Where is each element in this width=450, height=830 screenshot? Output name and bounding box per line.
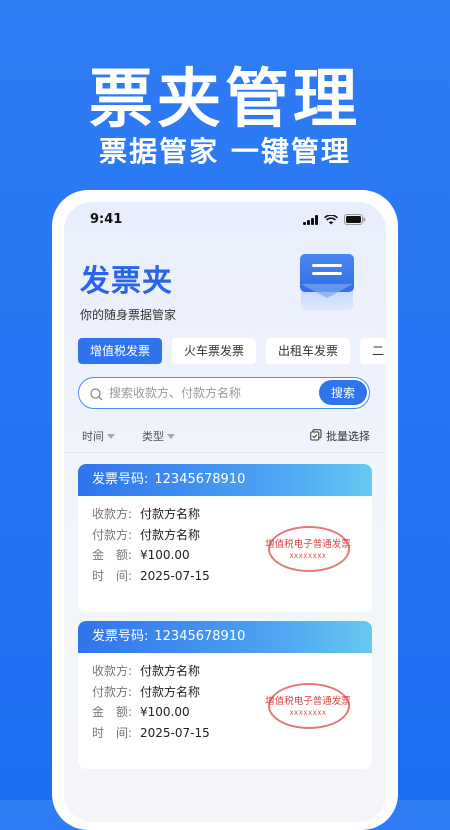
status-bar: 9:41 (64, 212, 386, 236)
envelope-icon (296, 252, 358, 314)
amount-value: ¥100.00 (140, 705, 190, 719)
payer-label: 付款方: (92, 684, 133, 699)
invoice-stamp: 增值税电子普通发票 XXXXXXXX (265, 526, 351, 572)
search-button[interactable]: 搜索 (319, 380, 367, 405)
hero-title: 票夹管理 (89, 63, 361, 137)
filter-bar: 时间 类型 批量选择 (82, 428, 372, 446)
tab-train-invoice[interactable]: 火车票发票 (172, 338, 257, 364)
app-screen: 9:41 发票夹 你的随身票据管家 增值税发票 火车票发票 出租车发票 二 搜索… (64, 202, 386, 822)
date-value: 2025-07-15 (140, 568, 210, 583)
payer-label: 付款方: (92, 527, 133, 542)
date-value: 2025-07-15 (140, 725, 210, 740)
invoice-number: 12345678910 (154, 472, 246, 487)
time-filter-label: 时间 (82, 430, 104, 443)
date-label: 时 间: (92, 725, 133, 740)
caret-down-icon (107, 433, 115, 439)
time-filter[interactable]: 时间 (82, 428, 115, 444)
tab-vat-invoice[interactable]: 增值税发票 (78, 338, 163, 364)
wifi-icon (324, 214, 338, 225)
type-filter[interactable]: 类型 (142, 428, 175, 444)
invoice-number: 12345678910 (154, 629, 246, 644)
type-filter-label: 类型 (142, 430, 164, 443)
stamp-text: 增值税电子普通发票 (265, 696, 351, 707)
hero-subtitle: 票据管家 一键管理 (99, 135, 351, 168)
invoice-stamp: 增值税电子普通发票 XXXXXXXX (265, 683, 351, 729)
search-icon (90, 386, 103, 405)
payee-label: 收款方: (92, 507, 133, 521)
date-label: 时 间: (92, 568, 133, 583)
tab-taxi-invoice[interactable]: 出租车发票 (266, 338, 351, 364)
card-scallop-edge (78, 606, 372, 612)
batch-select-button[interactable]: 批量选择 (310, 428, 370, 444)
signal-icon (303, 214, 318, 225)
invoice-number-label: 发票号码: (92, 472, 149, 487)
tab-more[interactable]: 二 (360, 338, 386, 364)
amount-label: 金 额: (92, 548, 133, 562)
stamp-code: XXXXXXXX (289, 710, 327, 717)
card-scallop-edge (78, 763, 372, 769)
invoice-card-body: 收款方: 付款方名称 付款方: 付款方名称 金 额: ¥100.00 时 间: 2025… (78, 496, 372, 594)
phone-frame: 9:41 发票夹 你的随身票据管家 增值税发票 火车票发票 出租车发票 二 搜索… (52, 190, 398, 830)
stamp-text: 增值税电子普通发票 (265, 539, 351, 550)
payee-row: 收款方: 付款方名称 (92, 504, 358, 525)
payee-label: 收款方: (92, 664, 133, 678)
app-title: 发票夹 (80, 264, 173, 299)
payee-row: 收款方: 付款方名称 (92, 661, 358, 682)
divider (64, 452, 386, 453)
invoice-card[interactable]: 发票号码: 12345678910 收款方: 付款方名称 付款方: 付款方名称 金 额… (78, 621, 372, 769)
invoice-card[interactable]: 发票号码: 12345678910 收款方: 付款方名称 付款方: 付款方名称 金 额… (78, 464, 372, 612)
caret-down-icon (167, 433, 175, 439)
batch-select-label: 批量选择 (326, 430, 370, 443)
status-time: 9:41 (90, 212, 123, 227)
amount-label: 金 额: (92, 705, 133, 719)
batch-select-icon (310, 428, 322, 444)
payer-value: 付款方名称 (140, 527, 201, 542)
payer-value: 付款方名称 (140, 684, 201, 699)
invoice-number-label: 发票号码: (92, 629, 149, 644)
amount-value: ¥100.00 (140, 548, 190, 562)
search-input[interactable] (109, 378, 309, 407)
payee-value: 付款方名称 (140, 507, 201, 521)
payee-value: 付款方名称 (140, 664, 201, 678)
search-bar: 搜索 (78, 377, 370, 409)
status-icons (303, 214, 366, 225)
battery-icon (344, 214, 366, 225)
invoice-card-header: 发票号码: 12345678910 (78, 621, 372, 653)
app-subtitle: 你的随身票据管家 (80, 308, 177, 322)
invoice-type-tabs: 增值税发票 火车票发票 出租车发票 二 (78, 338, 386, 364)
invoice-card-header: 发票号码: 12345678910 (78, 464, 372, 496)
invoice-card-body: 收款方: 付款方名称 付款方: 付款方名称 金 额: ¥100.00 时 间: 2025… (78, 653, 372, 751)
stamp-code: XXXXXXXX (289, 553, 327, 560)
